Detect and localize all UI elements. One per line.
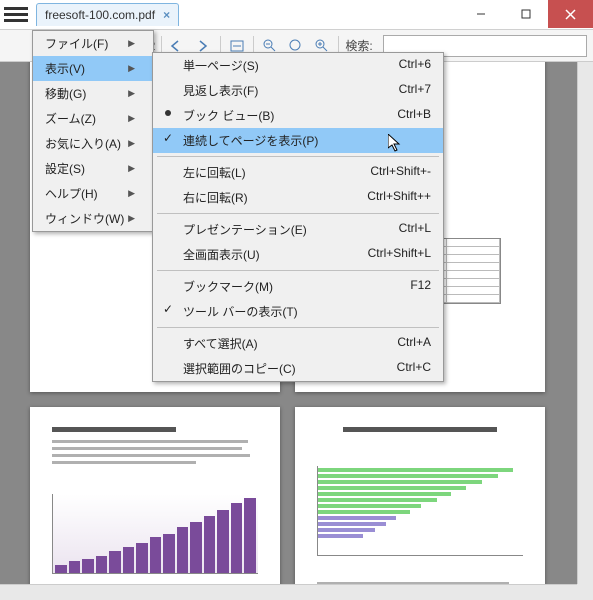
tab-title: freesoft-100.com.pdf xyxy=(45,8,155,22)
submenu-item[interactable]: ✓ツール バーの表示(T) xyxy=(153,299,443,324)
check-icon: ✓ xyxy=(161,302,175,316)
check-icon: ✓ xyxy=(161,131,175,145)
submenu-item[interactable]: ブック ビュー(B)Ctrl+B xyxy=(153,103,443,128)
submenu-item[interactable]: すべて選択(A)Ctrl+A xyxy=(153,331,443,356)
menu-item[interactable]: ズーム(Z)▶ xyxy=(33,106,153,131)
bullet-icon xyxy=(161,106,175,120)
document-tab[interactable]: freesoft-100.com.pdf × xyxy=(36,3,179,26)
menu-item[interactable]: 表示(V)▶ xyxy=(33,56,153,81)
vertical-scrollbar[interactable] xyxy=(577,62,593,584)
page-thumbnail xyxy=(30,407,280,584)
submenu-item[interactable]: プレゼンテーション(E)Ctrl+L xyxy=(153,217,443,242)
minimize-button[interactable] xyxy=(458,0,503,28)
main-menu: ファイル(F)▶表示(V)▶移動(G)▶ズーム(Z)▶お気に入り(A)▶設定(S… xyxy=(32,30,154,232)
menu-item[interactable]: 設定(S)▶ xyxy=(33,156,153,181)
hamburger-menu-icon[interactable] xyxy=(4,3,28,27)
menu-item[interactable]: ヘルプ(H)▶ xyxy=(33,181,153,206)
close-button[interactable] xyxy=(548,0,593,28)
menu-item[interactable]: お気に入り(A)▶ xyxy=(33,131,153,156)
view-submenu: 単一ページ(S)Ctrl+6見返し表示(F)Ctrl+7ブック ビュー(B)Ct… xyxy=(152,52,444,382)
maximize-button[interactable] xyxy=(503,0,548,28)
submenu-item[interactable]: 左に回転(L)Ctrl+Shift+- xyxy=(153,160,443,185)
submenu-item[interactable]: 見返し表示(F)Ctrl+7 xyxy=(153,78,443,103)
submenu-item[interactable]: 単一ページ(S)Ctrl+6 xyxy=(153,53,443,78)
menu-item[interactable]: ウィンドウ(W)▶ xyxy=(33,206,153,231)
submenu-item[interactable]: 全画面表示(U)Ctrl+Shift+L xyxy=(153,242,443,267)
submenu-item[interactable]: 選択範囲のコピー(C)Ctrl+C xyxy=(153,356,443,381)
horizontal-scrollbar[interactable] xyxy=(0,584,577,600)
menu-item[interactable]: 移動(G)▶ xyxy=(33,81,153,106)
menu-separator xyxy=(157,213,439,214)
menu-item[interactable]: ファイル(F)▶ xyxy=(33,31,153,56)
page-thumbnail xyxy=(295,407,545,584)
menu-separator xyxy=(157,327,439,328)
submenu-item[interactable]: 右に回転(R)Ctrl+Shift++ xyxy=(153,185,443,210)
tab-close-icon[interactable]: × xyxy=(163,8,170,22)
submenu-item[interactable]: ブックマーク(M)F12 xyxy=(153,274,443,299)
scroll-corner xyxy=(577,584,593,600)
titlebar: freesoft-100.com.pdf × xyxy=(0,0,593,30)
menu-separator xyxy=(157,156,439,157)
menu-separator xyxy=(157,270,439,271)
cursor-icon xyxy=(388,134,404,154)
